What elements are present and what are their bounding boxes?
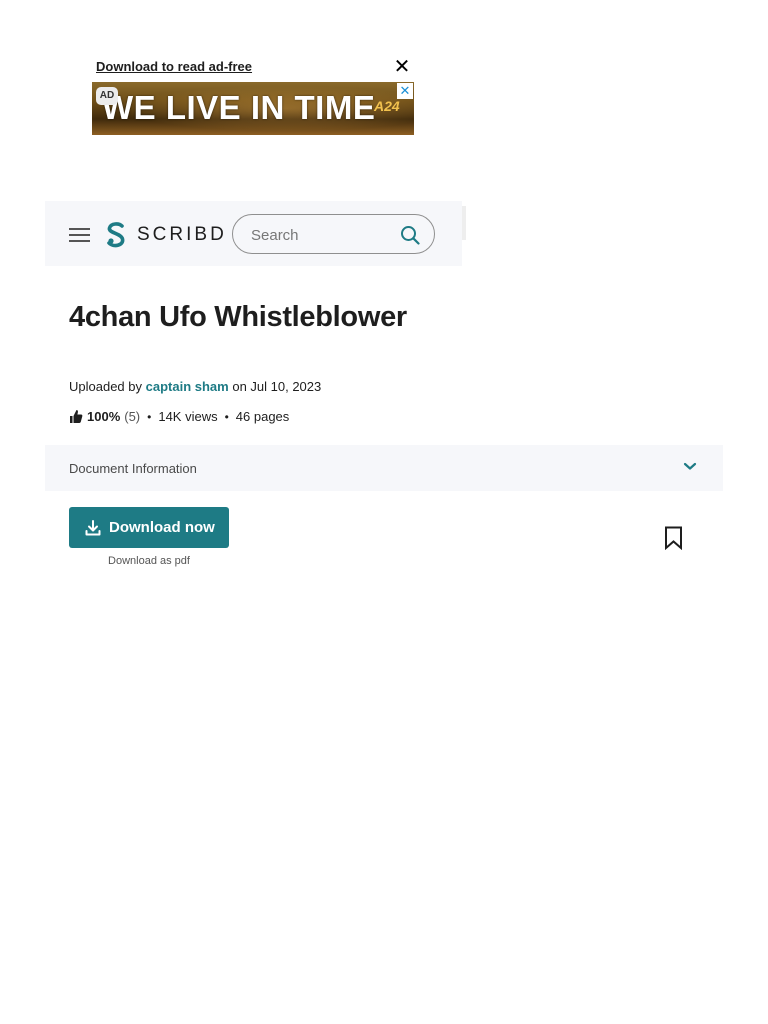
download-icon	[85, 519, 101, 535]
ad-dismiss-icon[interactable]: ✕	[397, 83, 413, 99]
menu-icon[interactable]	[69, 227, 91, 243]
download-ad-free-link[interactable]: Download to read ad-free	[96, 59, 252, 74]
search-input[interactable]	[249, 224, 383, 246]
page-count: 46 pages	[235, 409, 290, 424]
ad-banner[interactable]: WE LIVE IN TIME A24	[92, 82, 414, 135]
search-box[interactable]	[232, 214, 435, 254]
view-count: 14K views	[158, 409, 218, 424]
download-as-pdf-label: Download as pdf	[108, 555, 190, 567]
thumbs-up-icon	[70, 410, 83, 423]
separator-dot: •	[147, 409, 152, 424]
separator-dot: •	[224, 409, 229, 424]
ad-badge: AD	[96, 87, 118, 105]
ad-brand: A24	[374, 98, 400, 114]
logo-text: SCRIBD	[137, 224, 227, 245]
uploaded-prefix: Uploaded by	[69, 379, 142, 394]
document-stats: 100% (5) • 14K views • 46 pages	[69, 409, 289, 424]
bookmark-icon[interactable]	[664, 526, 683, 550]
document-title: 4chan Ufo Whistleblower	[69, 301, 407, 333]
site-header: SCRIBD	[45, 201, 462, 266]
document-information-label: Document Information	[69, 461, 197, 476]
download-now-button[interactable]: Download now	[69, 507, 229, 548]
download-now-label: Download now	[109, 519, 215, 536]
rating-percent: 100%	[87, 409, 121, 424]
upload-info: Uploaded by captain sham on Jul 10, 2023	[69, 379, 321, 394]
document-information-toggle[interactable]: Document Information	[45, 445, 723, 491]
page: Download to read ad-free ✕ WE LIVE IN TI…	[0, 0, 768, 1024]
author-link[interactable]: captain sham	[146, 379, 229, 394]
uploaded-date: on Jul 10, 2023	[232, 379, 322, 394]
rating-count: (5)	[124, 409, 141, 424]
chevron-down-icon	[683, 462, 697, 470]
search-icon[interactable]	[400, 225, 420, 245]
ad-close-button[interactable]: ✕	[392, 56, 412, 78]
scribd-logo-icon	[107, 222, 125, 248]
scribd-logo[interactable]: SCRIBD	[105, 221, 227, 249]
ad-headline: WE LIVE IN TIME	[102, 89, 376, 126]
